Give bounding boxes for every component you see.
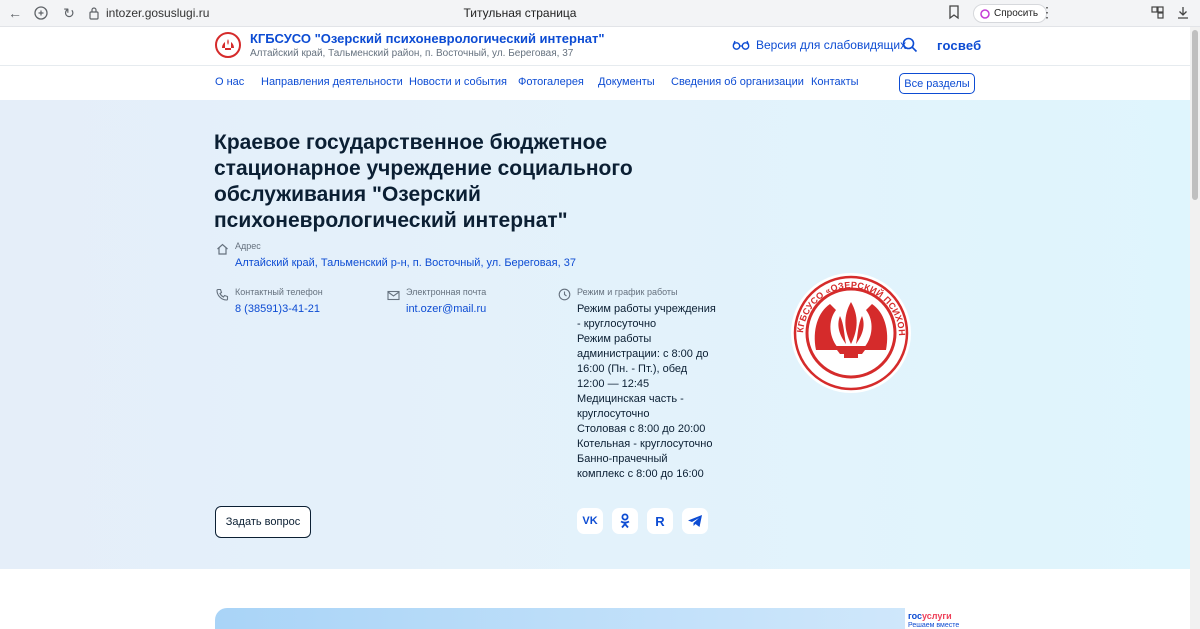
hours-line: Котельная - круглосуточно [577,438,713,450]
nav-item-documents[interactable]: Документы [598,76,655,88]
more-menu-icon[interactable]: ⋮ [1040,4,1054,21]
org-name-link[interactable]: КГБСУСО "Озерский психоневрологический и… [250,31,605,46]
hours-label: Режим и график работы [577,287,678,297]
nav-item-org-info[interactable]: Сведения об организации [671,76,804,88]
glasses-icon [732,40,750,50]
telegram-icon[interactable] [682,508,708,534]
hours-line: Режим работы учреждения - круглосуточно [577,303,716,330]
clock-icon [558,288,571,306]
browser-toolbar: ← ↻ intozer.gosuslugi.ru Титульная стран… [0,0,1200,27]
ask-button-label: Спросить [994,8,1039,19]
org-logo[interactable] [215,32,241,58]
site-header: КГБСУСО "Озерский психоневрологический и… [0,27,1190,66]
nav-item-about[interactable]: О нас [215,76,244,88]
hours-line: Банно-прачечный комплекс с 8:00 до 16:00 [577,453,704,480]
vk-label: VK [582,515,598,527]
phone-icon [216,288,229,306]
ask-question-button[interactable]: Задать вопрос [215,506,311,538]
nav-item-activities[interactable]: Направления деятельности [261,76,403,88]
ask-button[interactable]: Спросить [973,4,1048,23]
email-label: Электронная почта [406,287,487,297]
page-title: Краевое государственное бюджетное стацио… [214,131,633,232]
gosuslugi-logo-part2: услуги [922,611,952,621]
address-label: Адрес [235,241,261,251]
page-tab-title: Титульная страница [463,6,577,20]
low-vision-link[interactable]: Версия для слабовидящих [732,38,906,52]
lower-section: госуслуги Решаем вместе [0,569,1190,629]
email-value[interactable]: int.ozer@mail.ru [406,303,486,315]
gosuslugi-logo-part1: гос [908,611,923,621]
gosuslugi-logo: госуслуги [908,611,952,621]
scrollbar-thumb[interactable] [1192,30,1198,200]
hours-line: Столовая с 8:00 до 20:00 [577,423,706,435]
all-sections-button[interactable]: Все разделы [899,73,975,94]
gosuslugi-tagline: Решаем вместе [908,622,960,629]
hours-text: Режим работы учреждения - круглосуточно … [577,302,717,482]
org-address: Алтайский край, Тальменский район, п. Во… [250,48,574,59]
low-vision-label: Версия для слабовидящих [756,38,907,52]
phone-value[interactable]: 8 (38591)3-41-21 [235,303,320,315]
mail-icon [387,288,400,306]
nav-item-news[interactable]: Новости и события [409,76,507,88]
gosweb-logo[interactable]: госвеб [937,38,981,53]
address-value[interactable]: Алтайский край, Тальменский р-н, п. Вост… [235,257,576,269]
org-emblem: КГБСУСО «ОЗЕРСКИЙ ПСИХОНЕВРОЛОГИЧЕСКИЙ И… [788,258,911,393]
hero-section: Краевое государственное бюджетное стацио… [0,100,1190,569]
gosuslugi-widget[interactable]: госуслуги Решаем вместе [905,608,975,629]
nav-item-gallery[interactable]: Фотогалерея [518,76,584,88]
odnoklassniki-icon[interactable] [612,508,638,534]
promo-banner[interactable] [215,608,905,629]
download-icon[interactable] [1176,5,1190,25]
hours-line: Медицинская часть - круглосуточно [577,393,684,420]
vk-icon[interactable]: VK [577,508,603,534]
extensions-icon[interactable] [1150,5,1165,25]
search-icon[interactable] [902,37,918,58]
hours-line: Режим работы администрации: с 8:00 до 16… [577,333,709,390]
rutube-icon[interactable]: R [647,508,673,534]
sparkle-icon [980,8,990,19]
ok-glyph [620,513,630,529]
phone-label: Контактный телефон [235,287,323,297]
home-icon [216,242,229,260]
rutube-label: R [655,513,665,529]
main-navigation: О нас Направления деятельности Новости и… [0,67,1190,100]
nav-item-contacts[interactable]: Контакты [811,76,859,88]
bookmark-icon[interactable] [948,5,960,25]
